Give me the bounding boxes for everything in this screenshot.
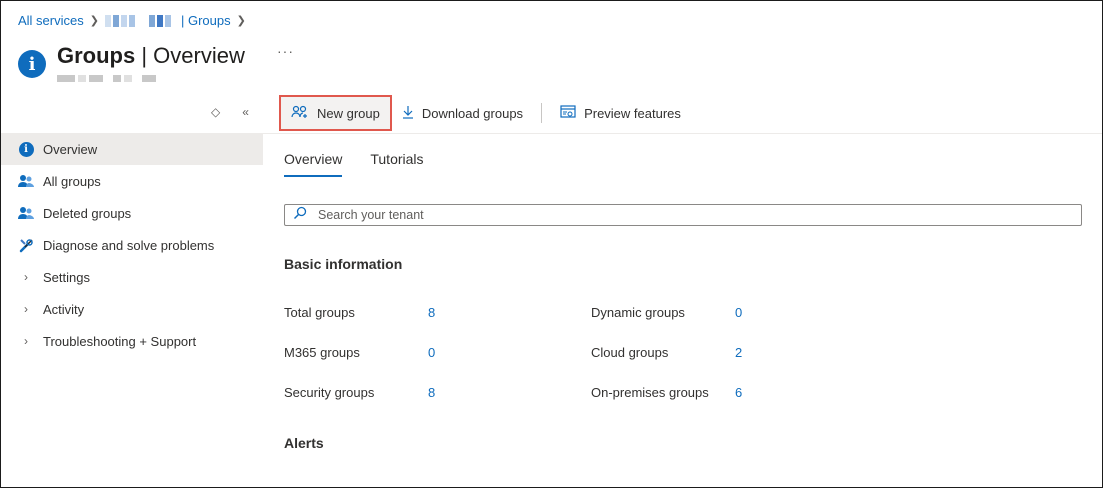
download-icon xyxy=(402,105,414,122)
stat-value-total-groups[interactable]: 8 xyxy=(428,305,435,320)
download-groups-label: Download groups xyxy=(421,105,524,121)
info-icon: i xyxy=(18,50,46,78)
toolbar-divider xyxy=(541,103,543,123)
toolbar-divider-line xyxy=(263,133,1102,134)
chevron-right-icon: › xyxy=(24,302,28,316)
basic-information-heading: Basic information xyxy=(284,256,403,272)
sidebar-item-label: Settings xyxy=(43,269,90,285)
sidebar-item-all-groups[interactable]: All groups xyxy=(1,165,263,197)
preview-features-icon xyxy=(560,104,576,122)
page-header: i Groups | Overview xyxy=(18,41,245,82)
stat-label-dynamic-groups: Dynamic groups xyxy=(591,305,685,320)
search-box xyxy=(284,204,1082,226)
sidebar-item-label: Deleted groups xyxy=(43,205,132,221)
alerts-heading: Alerts xyxy=(284,435,324,451)
chevron-right-icon: › xyxy=(24,270,28,284)
page-title: Groups | Overview xyxy=(57,43,245,68)
stat-label-security-groups: Security groups xyxy=(284,385,375,400)
portal-frame: All services ❯ | Groups ❯ i Groups | Ove… xyxy=(0,0,1103,488)
breadcrumb-groups[interactable]: | Groups xyxy=(181,13,231,28)
tab-tutorials[interactable]: Tutorials xyxy=(370,151,423,177)
chevron-right-icon: › xyxy=(24,334,28,348)
sidebar-item-diagnose[interactable]: Diagnose and solve problems xyxy=(1,229,263,261)
sidebar-item-label: All groups xyxy=(43,173,101,189)
breadcrumb-all-services[interactable]: All services xyxy=(18,13,84,28)
stat-label-on-premises-groups: On-premises groups xyxy=(591,385,709,400)
stat-value-on-premises-groups[interactable]: 6 xyxy=(735,385,742,400)
preview-features-label: Preview features xyxy=(584,105,681,121)
command-bar: New group Download groups Preview featur… xyxy=(279,95,691,131)
sidebar-item-deleted-groups[interactable]: Deleted groups xyxy=(1,197,263,229)
tab-overview[interactable]: Overview xyxy=(284,151,343,177)
sidebar-item-label: Overview xyxy=(43,141,98,157)
sidebar-item-label: Troubleshooting + Support xyxy=(43,333,197,349)
new-group-label: New group xyxy=(317,105,380,121)
new-group-button[interactable]: New group xyxy=(279,95,392,131)
wrench-icon xyxy=(18,237,34,253)
stat-label-cloud-groups: Cloud groups xyxy=(591,345,669,360)
new-group-icon xyxy=(291,105,309,122)
sidebar-item-troubleshooting[interactable]: › Troubleshooting + Support xyxy=(1,325,263,357)
sidebar-item-label: Activity xyxy=(43,301,85,317)
chevron-right-icon: ❯ xyxy=(89,15,99,27)
download-groups-button[interactable]: Download groups xyxy=(392,98,533,128)
expand-collapse-icon[interactable]: ◇ xyxy=(211,105,220,119)
stat-value-m365-groups[interactable]: 0 xyxy=(428,345,435,360)
stat-value-dynamic-groups[interactable]: 0 xyxy=(735,305,742,320)
breadcrumb: All services ❯ | Groups ❯ xyxy=(18,13,246,28)
redacted-tenant-name xyxy=(104,14,171,27)
stat-value-cloud-groups[interactable]: 2 xyxy=(735,345,742,360)
sidebar-controls: ◇ « xyxy=(211,105,249,119)
chevron-right-icon: ❯ xyxy=(236,15,246,27)
preview-features-button[interactable]: Preview features xyxy=(550,98,691,128)
info-icon: i xyxy=(18,141,34,157)
collapse-sidebar-icon[interactable]: « xyxy=(242,105,249,119)
sidebar-item-settings[interactable]: › Settings xyxy=(1,261,263,293)
people-icon xyxy=(18,205,34,221)
more-options-button[interactable]: ··· xyxy=(277,43,294,59)
stat-label-m365-groups: M365 groups xyxy=(284,345,360,360)
people-icon xyxy=(18,173,34,189)
stat-label-total-groups: Total groups xyxy=(284,305,355,320)
redacted-subtitle xyxy=(57,75,245,82)
sidebar-item-activity[interactable]: › Activity xyxy=(1,293,263,325)
sidebar-item-overview[interactable]: i Overview xyxy=(1,133,263,165)
stat-value-security-groups[interactable]: 8 xyxy=(428,385,435,400)
sidebar: i Overview All groups Deleted groups Dia… xyxy=(1,133,263,357)
sidebar-item-label: Diagnose and solve problems xyxy=(43,237,215,253)
search-input[interactable] xyxy=(316,207,1060,223)
search-icon xyxy=(293,206,307,225)
tab-bar: Overview Tutorials xyxy=(284,151,424,177)
